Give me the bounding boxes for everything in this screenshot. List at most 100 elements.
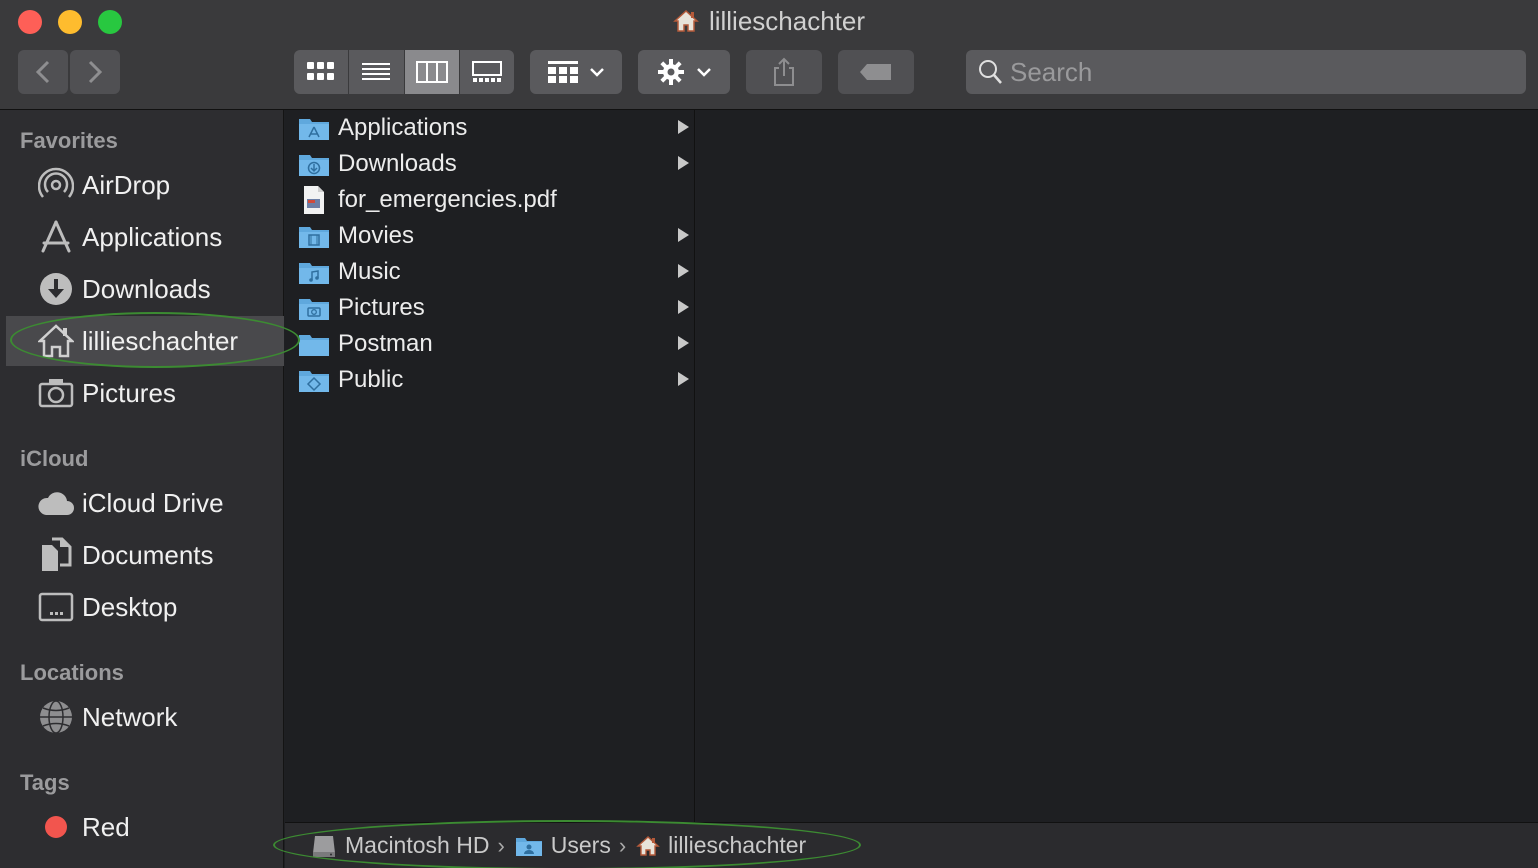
sidebar-section-icloud: iCloud [20,446,89,471]
folder-movies-icon [297,221,331,251]
tags-button[interactable] [838,50,914,94]
documents-icon [36,535,76,575]
back-button[interactable] [18,50,68,94]
folder-users-icon [515,835,543,857]
breadcrumb-macintosh-hd[interactable]: Macintosh HD [311,832,489,859]
file-name: Applications [338,114,468,141]
home-icon [673,9,699,40]
disclosure-arrow-icon [678,120,689,134]
gallery-view-button[interactable] [459,50,514,94]
breadcrumb-separator-icon: › [618,832,627,858]
sidebar-item-label: Network [82,701,178,732]
sidebar-section-favorites: Favorites [20,128,118,153]
disclosure-arrow-icon [678,156,689,170]
pdf-file-icon [297,185,331,215]
column-view-button[interactable] [404,50,460,94]
view-mode-control [294,50,514,94]
breadcrumb-label: lillieschachter [668,832,807,858]
folder-icon [297,329,331,359]
hard-drive-icon [311,833,337,859]
sidebar-item-downloads[interactable]: Downloads [6,264,284,314]
action-menu-button[interactable] [638,50,730,94]
window-title-text: lillieschachter [708,6,866,36]
red-tag-dot-icon [36,807,76,847]
sidebar-item-label: Pictures [82,377,176,408]
path-bar: Macintosh HD › Users › lillieschachter [285,822,1538,868]
list-item[interactable]: Movies [285,218,695,254]
applications-icon [36,217,76,257]
camera-icon [36,373,76,413]
sidebar-item-lillieschachter[interactable]: lillieschachter [6,316,284,366]
folder-downloads-icon [297,149,331,179]
toolbar: lillieschachter [0,0,1538,110]
sidebar-item-tag-red[interactable]: Red [6,802,284,852]
sidebar-item-label: Red [82,811,130,842]
sidebar-item-label: lillieschachter [82,325,239,356]
file-name: Movies [338,222,415,249]
file-column: Applications Downloads for_emergencies.p… [285,110,695,822]
group-icon [548,61,578,83]
list-item[interactable]: Applications [285,110,695,146]
sidebar-item-label: Desktop [82,591,178,622]
breadcrumb-label: Users [550,832,611,858]
list-item[interactable]: for_emergencies.pdf [285,182,695,218]
gear-icon [658,59,684,85]
list-item[interactable]: Public [285,362,695,398]
disclosure-arrow-icon [678,228,689,242]
breadcrumb-users[interactable]: Users [515,832,611,859]
sidebar-item-icloud-drive[interactable]: iCloud Drive [6,478,284,528]
list-item[interactable]: Pictures [285,290,695,326]
share-button[interactable] [746,50,822,94]
sidebar-item-documents[interactable]: Documents [6,530,284,580]
columns-icon [415,61,448,83]
sidebar-item-pictures[interactable]: Pictures [6,368,284,418]
sidebar-section-tags: Tags [20,770,70,795]
sidebar-item-label: iCloud Drive [82,487,224,518]
disclosure-arrow-icon [678,372,689,386]
sidebar-item-label: Applications [82,221,223,252]
sidebar-section-locations: Locations [20,660,124,685]
file-name: Postman [338,330,433,357]
list-icon [362,63,391,80]
file-name: for_emergencies.pdf [338,186,557,213]
search-icon [979,60,1002,84]
downloads-icon [36,269,76,309]
list-item[interactable]: Postman [285,326,695,362]
disclosure-arrow-icon [678,264,689,278]
list-item[interactable]: Music [285,254,695,290]
chevron-right-icon [88,60,103,84]
folder-music-icon [297,257,331,287]
cloud-icon [36,483,76,523]
chevron-down-icon [590,68,604,77]
file-name: Downloads [338,150,457,177]
tag-icon [860,64,891,80]
grid-icon [307,62,335,80]
breadcrumb-lillieschachter[interactable]: lillieschachter [636,832,806,859]
list-item[interactable]: Downloads [285,146,695,182]
group-by-button[interactable] [530,50,622,94]
sidebar-item-label: Documents [82,539,214,570]
search-input[interactable] [1010,56,1490,88]
home-icon [36,321,76,361]
sidebar: Favorites AirDrop Applications Downloads… [0,110,284,868]
search-field[interactable] [966,50,1526,94]
folder-applications-icon [297,113,331,143]
list-view-button[interactable] [349,50,405,94]
file-name: Music [338,258,401,285]
sidebar-item-network[interactable]: Network [6,692,284,742]
sidebar-item-applications[interactable]: Applications [6,212,284,262]
share-icon [774,57,794,86]
airdrop-icon [36,165,76,205]
breadcrumb-label: Macintosh HD [345,832,490,858]
finder-window: lillieschachter Search Favorites AirDrop… [0,0,1538,868]
sidebar-item-label: Downloads [82,273,211,304]
folder-public-icon [297,365,331,395]
sidebar-item-airdrop[interactable]: AirDrop [6,160,284,210]
icon-view-button[interactable] [294,50,350,94]
forward-button[interactable] [70,50,120,94]
home-icon [636,835,660,857]
disclosure-arrow-icon [678,336,689,350]
sidebar-item-desktop[interactable]: Desktop [6,582,284,632]
disclosure-arrow-icon [678,300,689,314]
preview-column [696,110,1538,822]
